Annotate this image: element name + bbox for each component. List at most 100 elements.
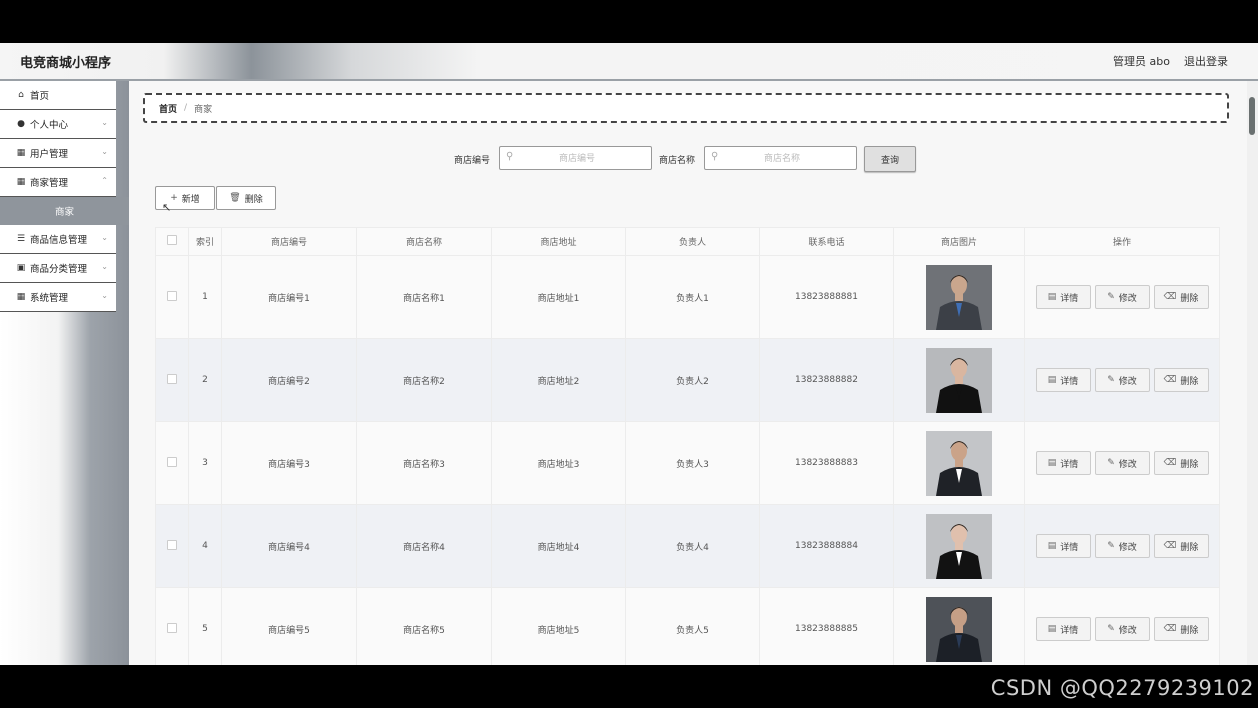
row-checkbox[interactable] [167,290,177,301]
box-icon: ▣ [16,263,26,273]
row-checkbox[interactable] [167,373,177,384]
delete-label: 删除 [1180,459,1199,470]
chevron-down-icon: ⌄ [101,291,108,300]
phone-cell: 13823888881 [759,255,894,339]
shop-name-input[interactable] [705,147,859,171]
delete-button[interactable]: ⌫ 删除 [1153,285,1209,309]
sidebar-subitem-merchant[interactable]: 商家 [0,197,129,225]
vertical-scrollbar[interactable] [1247,81,1258,665]
sidebar: ⌂ 首页 ● 个人中心 ⌄ ▦ 用户管理 ⌄ ▦ 商家管理 ⌃ 商家 ☰ 商品信… [0,81,129,665]
delete-button[interactable]: ⌫ 删除 [1153,617,1209,641]
pencil-icon: ✎ [1107,292,1115,302]
detail-button[interactable]: ▤ 详情 [1035,368,1091,392]
sidebar-item-system[interactable]: ▦ 系统管理 ⌄ [0,283,116,312]
breadcrumb-home[interactable]: 首页 [159,102,177,115]
row-select-cell [155,587,189,665]
logout-link[interactable]: 退出登录 [1184,53,1228,69]
plus-icon: + [170,193,178,203]
phone-cell: 13823888883 [759,421,894,505]
row-checkbox[interactable] [167,539,177,550]
shop-code-cell: 商店编号4 [221,504,357,588]
detail-button[interactable]: ▤ 详情 [1035,285,1091,309]
detail-label: 详情 [1060,293,1079,304]
row-checkbox[interactable] [167,456,177,467]
app-title: 电竞商城小程序 [20,56,112,71]
sidebar-item-label: 系统管理 [30,293,69,304]
shop-code-cell: 商店编号5 [221,587,357,665]
shop-name-cell: 商店名称1 [356,255,492,339]
manager-cell: 负责人1 [625,255,760,339]
pencil-icon: ✎ [1107,541,1115,551]
sidebar-item-users[interactable]: ▦ 用户管理 ⌄ [0,139,116,168]
sidebar-item-home[interactable]: ⌂ 首页 [0,81,116,110]
sidebar-item-profile[interactable]: ● 个人中心 ⌄ [0,110,116,139]
delete-button[interactable]: ⌫ 删除 [1153,451,1209,475]
grid-icon: ▦ [16,148,26,158]
shop-code-input[interactable] [500,147,654,171]
row-checkbox[interactable] [167,622,177,633]
table-row: 3 商店编号3 商店名称3 商店地址3 负责人3 13823888883 ▤ 详情 ✎ 修改 ⌫ 删除 [155,421,1220,505]
table-row: 5 商店编号5 商店名称5 商店地址5 负责人5 13823888885 ▤ 详情 ✎ 修改 ⌫ 删除 [155,587,1220,665]
current-user: 管理员 abo [1113,55,1170,68]
edit-button[interactable]: ✎ 修改 [1094,617,1150,641]
sidebar-item-categories[interactable]: ▣ 商品分类管理 ⌄ [0,254,116,283]
table-header-row: 索引 商店编号 商店名称 商店地址 负责人 联系电话 商店图片 操作 [155,227,1220,256]
detail-button[interactable]: ▤ 详情 [1035,617,1091,641]
edit-button[interactable]: ✎ 修改 [1094,534,1150,558]
edit-button[interactable]: ✎ 修改 [1094,368,1150,392]
search-icon: ⚲ [711,151,719,162]
query-button[interactable]: 查询 [864,146,916,172]
trash-icon: 🗑 [229,193,241,203]
shop-address-cell: 商店地址1 [491,255,626,339]
trash-icon: ⌫ [1163,292,1177,302]
document-icon: ▤ [1047,541,1057,551]
column-header: 商店编号 [221,227,357,256]
trash-icon: ⌫ [1163,624,1177,634]
scrollbar-thumb[interactable] [1249,97,1255,135]
delete-button[interactable]: ⌫ 删除 [1153,368,1209,392]
manager-cell: 负责人5 [625,587,760,665]
delete-button[interactable]: ⌫ 删除 [1153,534,1209,558]
pencil-icon: ✎ [1107,458,1115,468]
sidebar-item-merchants[interactable]: ▦ 商家管理 ⌃ [0,168,116,197]
edit-button[interactable]: ✎ 修改 [1094,285,1150,309]
breadcrumb-separator: / [184,103,188,113]
row-select-cell [155,255,189,339]
photo-cell [893,504,1025,588]
phone-cell: 13823888885 [759,587,894,665]
shop-code-cell: 商店编号2 [221,338,357,422]
list-icon: ☰ [16,234,26,244]
actions-cell: ▤ 详情 ✎ 修改 ⌫ 删除 [1024,587,1220,665]
column-header: 联系电话 [759,227,894,256]
grid-icon: ▦ [16,177,26,187]
search-bar: 商店编号 ⚲ 商店名称 ⚲ 查询 [129,145,1247,172]
sidebar-item-products[interactable]: ☰ 商品信息管理 ⌄ [0,225,116,254]
table-row: 1 商店编号1 商店名称1 商店地址1 负责人1 13823888881 ▤ 详情 ✎ 修改 ⌫ 删除 [155,255,1220,339]
chevron-down-icon: ⌄ [101,147,108,156]
shop-name-cell: 商店名称5 [356,587,492,665]
shop-photo-image [926,264,992,330]
batch-delete-button[interactable]: 🗑 删除 [216,186,276,210]
add-button-label: 新增 [181,194,200,205]
shop-address-cell: 商店地址2 [491,338,626,422]
main-content: 首页 / 商家 商店编号 ⚲ 商店名称 ⚲ 查询 + 新增 🗑 删除 ↖ [129,81,1247,665]
detail-button[interactable]: ▤ 详情 [1035,451,1091,475]
user-icon: ● [17,119,25,129]
sidebar-item-label: 首页 [30,91,50,102]
index-cell: 3 [188,421,222,505]
sidebar-item-label: 商品信息管理 [30,235,88,246]
mouse-cursor-icon: ↖ [162,201,172,214]
watermark: CSDN @QQ2279239102 [990,676,1254,700]
select-all-checkbox[interactable] [167,235,177,245]
delete-label: 删除 [1180,293,1199,304]
detail-label: 详情 [1060,625,1079,636]
chevron-down-icon: ⌄ [101,118,108,127]
detail-label: 详情 [1060,376,1079,387]
sidebar-item-label: 个人中心 [30,120,69,131]
edit-button[interactable]: ✎ 修改 [1094,451,1150,475]
phone-cell: 13823888884 [759,504,894,588]
detail-button[interactable]: ▤ 详情 [1035,534,1091,558]
edit-label: 修改 [1118,376,1137,387]
trash-icon: ⌫ [1163,458,1177,468]
shop-code-label: 商店编号 [454,156,491,166]
